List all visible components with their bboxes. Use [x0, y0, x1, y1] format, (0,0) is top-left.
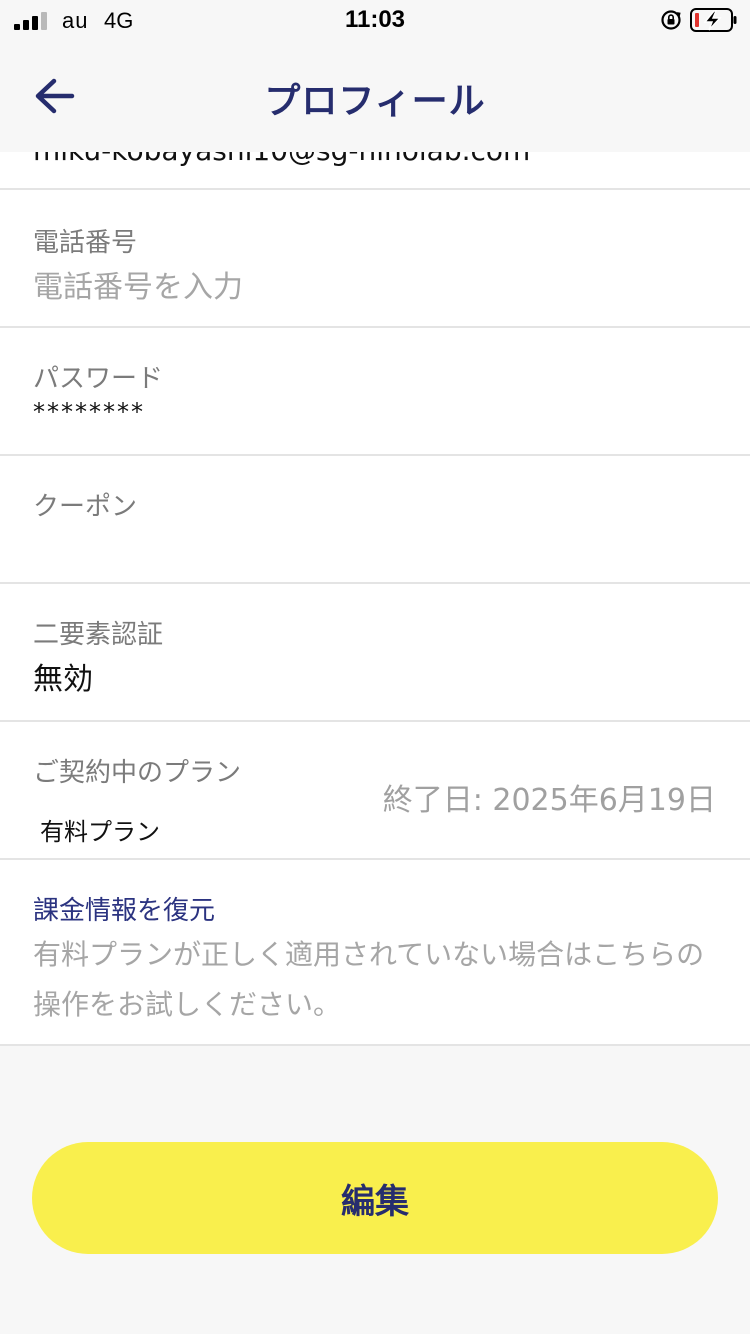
battery-charging-icon [690, 8, 737, 32]
phone-row[interactable]: 電話番号 電話番号を入力 [0, 190, 750, 328]
profile-list: miku-kobayashi10@sg-hiholab.com 電話番号 電話番… [0, 128, 750, 1046]
phone-placeholder[interactable]: 電話番号を入力 [33, 262, 243, 306]
password-value: ******** [33, 398, 145, 426]
coupon-label: クーポン [33, 492, 138, 522]
page-title: プロフィール [264, 81, 486, 122]
two-factor-value: 無効 [33, 662, 93, 697]
two-factor-label: 二要素認証 [33, 620, 164, 650]
restore-purchase-row: 課金情報を復元 有料プランが正しく適用されていない場合はこちらの操作をお試しくだ… [0, 860, 750, 1046]
navigation-bar: プロフィール [0, 40, 750, 152]
phone-label: 電話番号 [33, 228, 138, 258]
plan-name: 有料プラン [40, 818, 160, 846]
two-factor-row: 二要素認証 無効 [0, 584, 750, 722]
plan-label: ご契約中のプラン [33, 758, 242, 788]
status-bar: au 4G 11:03 [0, 0, 750, 40]
password-label: パスワード [33, 364, 164, 394]
plan-end-date: 終了日: 2025年6月19日 [382, 783, 716, 818]
profile-screen: au 4G 11:03 プロフィール miku-kobayashi10@sg-h… [0, 0, 750, 1334]
plan-row: ご契約中のプラン 有料プラン 終了日: 2025年6月19日 [0, 722, 750, 860]
restore-purchase-link[interactable]: 課金情報を復元 [33, 890, 215, 927]
password-row: パスワード ******** [0, 328, 750, 456]
edit-button[interactable]: 編集 [32, 1142, 718, 1254]
rotation-lock-icon [661, 10, 681, 30]
coupon-row[interactable]: クーポン [0, 456, 750, 584]
restore-purchase-description: 有料プランが正しく適用されていない場合はこちらの操作をお試しください。 [33, 938, 705, 1021]
status-time: 11:03 [344, 6, 406, 33]
